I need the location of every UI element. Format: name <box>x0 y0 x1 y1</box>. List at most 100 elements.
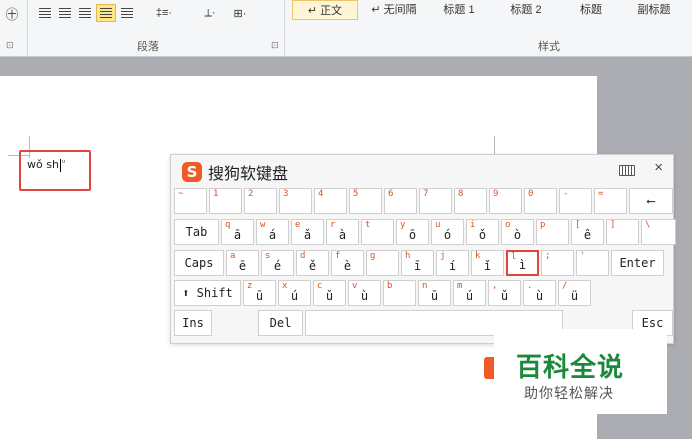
key-backspace[interactable]: ⟵ <box>629 188 673 214</box>
key-char[interactable]: g <box>366 250 399 276</box>
key-char[interactable]: jí <box>436 250 469 276</box>
key-enter[interactable]: Enter <box>611 250 664 276</box>
key-base-char: 4 <box>318 189 324 199</box>
key-char[interactable]: ,ǔ <box>488 280 521 306</box>
key-pinyin-char: ē <box>238 259 247 273</box>
key-pinyin-char: ū <box>255 289 264 303</box>
key-base-char: ; <box>545 251 551 261</box>
style-subtitle[interactable]: 副标题 <box>624 0 684 18</box>
key-char[interactable]: lì <box>506 250 539 276</box>
key-pinyin-char: ù <box>535 289 544 303</box>
sogou-logo-icon: S <box>182 162 202 182</box>
font-dialog-launcher[interactable]: ⊡ <box>6 40 14 51</box>
key-char[interactable]: aē <box>226 250 259 276</box>
soft-keyboard-window[interactable]: S 搜狗软键盘 × ~1 2 3 4 5 6 7 8 9 0 - = ⟵ Tab q ā w á e ǎ r à t y ō u ó… <box>170 154 676 344</box>
key-char[interactable]: oò <box>501 219 534 245</box>
key-base-char: t <box>365 220 371 230</box>
key-char[interactable]: [ê <box>571 219 604 245</box>
key-char[interactable]: b <box>383 280 416 306</box>
key-char[interactable]: 3 <box>279 188 312 214</box>
key-char[interactable]: 6 <box>384 188 417 214</box>
key-char[interactable]: - <box>559 188 592 214</box>
key-char[interactable]: 7 <box>419 188 452 214</box>
style-no-spacing[interactable]: ↵ 无间隔 <box>362 0 426 18</box>
key-char[interactable]: nū <box>418 280 451 306</box>
key-pinyin-char: è <box>343 259 352 273</box>
key-base-char: 7 <box>423 189 429 199</box>
soft-keyboard-title-bar[interactable]: S 搜狗软键盘 <box>182 161 288 183</box>
key-char[interactable]: 4 <box>314 188 347 214</box>
key-char[interactable]: 8 <box>454 188 487 214</box>
key-base-char: 0 <box>528 189 534 199</box>
key-shift[interactable]: ⬆ Shift <box>174 280 241 306</box>
key-del[interactable]: Del <box>258 310 303 336</box>
key-base-char: \ <box>645 220 651 230</box>
key-char[interactable]: xú <box>278 280 311 306</box>
key-char[interactable]: iǒ <box>466 219 499 245</box>
key-char[interactable]: 1 <box>209 188 242 214</box>
key-char[interactable]: sé <box>261 250 294 276</box>
key-char[interactable]: dě <box>296 250 329 276</box>
key-char[interactable]: ; <box>541 250 574 276</box>
key-base-char: p <box>540 220 546 230</box>
key-char[interactable]: fè <box>331 250 364 276</box>
key-char[interactable]: / ü <box>558 280 591 306</box>
key-char[interactable]: p <box>536 219 569 245</box>
key-char[interactable]: .ù <box>523 280 556 306</box>
align-center-button[interactable] <box>55 4 75 22</box>
key-caps[interactable]: Caps <box>174 250 224 276</box>
key-char[interactable]: = <box>594 188 627 214</box>
key-char[interactable]: ] <box>606 219 639 245</box>
key-pinyin-char: í <box>448 259 457 273</box>
key-label: Enter <box>619 256 656 270</box>
key-pinyin-char: ú <box>290 289 299 303</box>
shading-button[interactable]: ⟂· <box>196 3 224 23</box>
key-char[interactable]: 5 <box>349 188 382 214</box>
watermark-title: 百科全说 <box>516 353 625 383</box>
key-char[interactable]: ~ <box>174 188 207 214</box>
key-char[interactable]: zū <box>243 280 276 306</box>
enclose-char-button[interactable]: ㊉ <box>4 3 20 23</box>
key-char[interactable]: \ <box>641 219 676 245</box>
key-char[interactable]: 9 <box>489 188 522 214</box>
key-char[interactable]: 2 <box>244 188 277 214</box>
style-heading-1[interactable]: 标题 1 <box>430 0 488 18</box>
align-left-button[interactable] <box>35 4 55 22</box>
key-char[interactable]: ' <box>576 250 609 276</box>
align-left-icon <box>39 8 51 18</box>
line-spacing-button[interactable]: ‡≡· <box>150 3 178 23</box>
key-char[interactable]: t <box>361 219 394 245</box>
paragraph-dialog-launcher[interactable]: ⊡ <box>271 40 279 51</box>
key-char[interactable]: qā <box>221 219 254 245</box>
key-base-char: 6 <box>388 189 394 199</box>
key-char[interactable]: kǐ <box>471 250 504 276</box>
key-char[interactable]: cǔ <box>313 280 346 306</box>
key-char[interactable]: mú <box>453 280 486 306</box>
distributed-button[interactable] <box>117 4 137 22</box>
align-right-button[interactable] <box>75 4 95 22</box>
border-button[interactable]: ⊞· <box>226 3 254 23</box>
key-pinyin-char: ù <box>360 289 369 303</box>
ribbon-divider <box>284 0 285 56</box>
justify-button[interactable] <box>96 4 116 22</box>
key-char[interactable]: 0 <box>524 188 557 214</box>
close-button[interactable]: × <box>654 159 663 176</box>
key-char[interactable]: wá <box>256 219 289 245</box>
key-char[interactable]: rà <box>326 219 359 245</box>
keyboard-icon[interactable] <box>619 165 635 176</box>
style-normal[interactable]: ↵ 正文 <box>292 0 358 20</box>
align-center-icon <box>59 8 71 18</box>
key-ins[interactable]: Ins <box>174 310 212 336</box>
style-heading-2[interactable]: 标题 2 <box>497 0 555 18</box>
key-pinyin-char: ǔ <box>325 289 334 303</box>
key-label: Tab <box>185 225 208 239</box>
key-char[interactable]: uó <box>431 219 464 245</box>
key-char[interactable]: hī <box>401 250 434 276</box>
key-label: ⟵ <box>647 194 655 208</box>
style-title[interactable]: 标题 <box>565 0 617 18</box>
key-pinyin-char: ì <box>518 258 527 272</box>
key-tab[interactable]: Tab <box>174 219 219 245</box>
key-char[interactable]: eǎ <box>291 219 324 245</box>
key-char[interactable]: yō <box>396 219 429 245</box>
key-char[interactable]: vù <box>348 280 381 306</box>
